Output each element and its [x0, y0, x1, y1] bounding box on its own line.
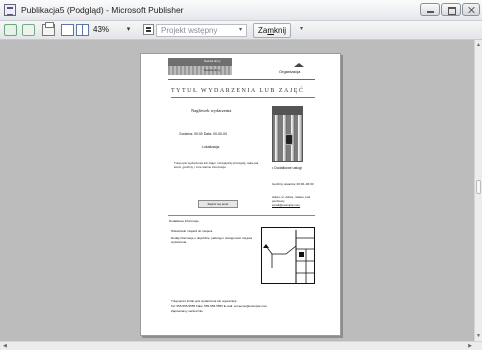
event-location: Lokalizacja [202, 145, 220, 149]
header-company-text: Nazwa firmy [204, 59, 221, 63]
organization-logo-icon [294, 63, 304, 68]
template-select[interactable]: Projekt wstępny ▾ [156, 24, 247, 37]
photo-lantern [285, 134, 293, 145]
zoom-value[interactable]: 43% [93, 25, 109, 34]
footer-line-2: Tel: 555-555-5555 Faks: 555-555-5555 E-m… [171, 304, 268, 308]
print-preview-toolbar: 43% ▾ Projekt wstępny ▾ Zamknij ▾ [0, 21, 482, 40]
title-bar: Publikacja5 (Podgląd) - Microsoft Publis… [0, 0, 482, 21]
print-icon[interactable] [42, 22, 55, 36]
template-list-icon[interactable] [143, 24, 154, 35]
scroll-left-icon[interactable]: ◀ [3, 343, 7, 349]
close-preview-button[interactable]: Zamknij [253, 23, 292, 38]
minimize-button[interactable] [420, 3, 440, 16]
section-label: Dodatkowe informacje [169, 219, 199, 223]
header-divider [168, 79, 315, 80]
scroll-down-icon[interactable]: ▼ [476, 333, 481, 339]
publisher-icon[interactable] [4, 4, 16, 16]
close-label-prefix: Za [258, 26, 268, 35]
contact-email: email@example.com [272, 203, 301, 207]
publication-page: Nazwa firmy Nazwa firmy Organizacja TYTU… [140, 53, 341, 336]
event-datetime: Godzina: 00:00 Data: 00-00-00 [179, 132, 228, 136]
footer-line-3: Zapraszamy serdecznie [171, 309, 203, 313]
horizontal-scrollbar[interactable]: ◀ ▶ [0, 341, 482, 350]
photo-roof [273, 107, 302, 115]
toolbar-options-icon[interactable]: ▾ [300, 25, 303, 32]
photo-column [298, 115, 302, 161]
header-company-subtext: Nazwa firmy [204, 68, 221, 72]
scroll-right-icon[interactable]: ▶ [468, 343, 472, 349]
one-page-icon[interactable] [61, 24, 74, 36]
two-page-icon[interactable] [76, 24, 89, 36]
location-map [261, 227, 315, 284]
close-label-accelerator: m [267, 26, 275, 35]
close-window-button[interactable] [462, 3, 480, 16]
contact-address: Adres: ul. Adres, miasto, kod pocztowy [272, 195, 311, 203]
section-divider [168, 215, 315, 216]
vertical-scrollbar[interactable]: ▲ ▼ [474, 40, 482, 341]
close-label-suffix: knij [274, 26, 287, 35]
header-banner: Nazwa firmy Nazwa firmy [168, 58, 232, 75]
map-description: Dodaj informacje o dojeździe, parkingu i… [171, 236, 253, 244]
banner-pattern [168, 66, 232, 75]
map-route [265, 245, 297, 255]
scroll-up-icon[interactable]: ▲ [476, 42, 481, 48]
signup-button: Zapisz się teraz [198, 200, 238, 208]
vertical-scroll-thumb[interactable] [476, 180, 481, 194]
multipage-icon[interactable] [22, 24, 35, 36]
map-destination-marker [299, 252, 304, 257]
window-title: Publikacja5 (Podgląd) - Microsoft Publis… [21, 5, 184, 15]
zoom-dropdown-icon[interactable]: ▾ [123, 24, 134, 36]
banner-top-band [168, 58, 232, 66]
map-heading: Wskazówki i dojazd do miejsca [171, 229, 213, 233]
organization-name: Organizacja [279, 69, 301, 74]
event-description: Tutaj opis wydarzenia lub zajęć. Uwzględ… [174, 161, 259, 169]
event-subtitle: Nagłówek wydarzenia [191, 108, 232, 113]
maximize-button[interactable] [441, 3, 461, 16]
footer-line-1: Tutaj wpisz krótki opis wydarzenia lub o… [171, 299, 238, 303]
contact-hours: Godziny otwarcia: 00:00–00:00 [272, 182, 314, 186]
edit-icon[interactable] [4, 24, 17, 36]
bullet-item: • Dodatkowe usługi [272, 166, 302, 170]
map-start-marker [263, 244, 269, 248]
template-select-value: Projekt wstępny [161, 26, 218, 35]
event-title: TYTUŁ WYDARZENIA LUB ZAJĘĆ [171, 88, 305, 94]
title-divider [171, 97, 315, 98]
photo-column [275, 115, 279, 161]
event-photo [272, 106, 303, 162]
chevron-down-icon[interactable]: ▾ [236, 25, 245, 36]
bullet-item-text: Dodatkowe usługi [274, 166, 302, 170]
